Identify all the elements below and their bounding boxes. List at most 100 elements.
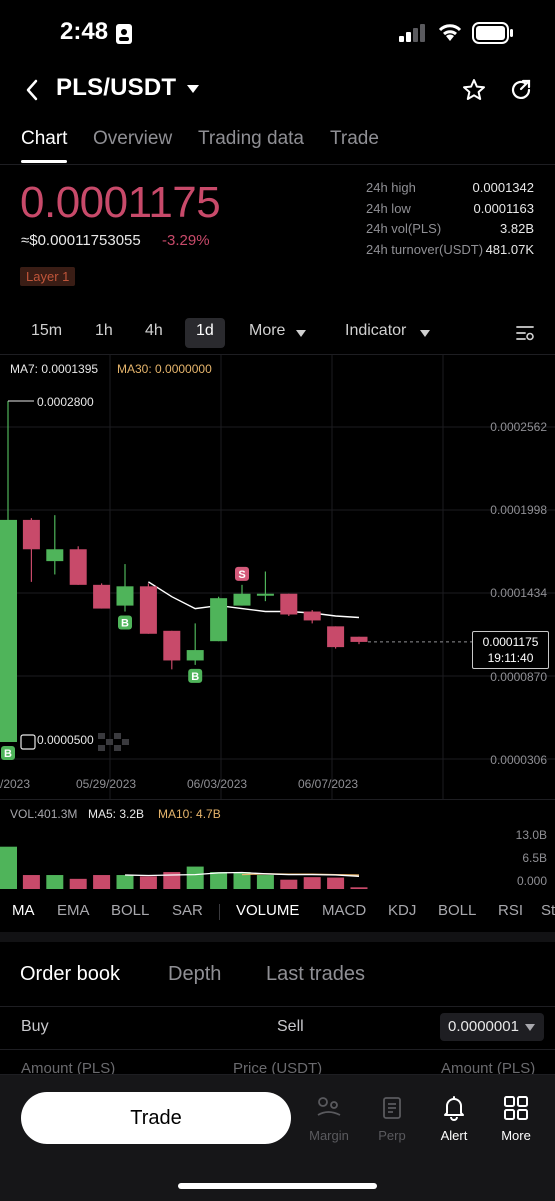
candle-body	[350, 636, 368, 642]
home-indicator	[178, 1183, 377, 1189]
stat-value-high: 0.0001342	[472, 180, 534, 195]
indicator-volume[interactable]: VOLUME	[236, 902, 299, 919]
indicator-rsi[interactable]: RSI	[498, 902, 523, 919]
timeframe-15m[interactable]: 15m	[31, 322, 62, 340]
x-axis-label: 05/29/2023	[76, 777, 137, 791]
indicator-separator	[219, 904, 220, 920]
status-time: 2:48	[60, 18, 109, 45]
volume-bar	[210, 872, 228, 889]
back-chevron-icon[interactable]	[24, 78, 40, 102]
volume-bar	[69, 878, 87, 889]
nav-more-label[interactable]: More	[486, 1128, 546, 1143]
x-axis-label: 06/03/2023	[187, 777, 248, 791]
y-axis-label: 0.0001998	[490, 503, 547, 517]
volume-bar	[186, 866, 204, 889]
y-axis-label: 0.0000870	[490, 670, 547, 684]
alert-bell-icon[interactable]	[442, 1095, 466, 1121]
tab-order-book[interactable]: Order book	[20, 963, 120, 986]
candle-body	[116, 586, 134, 606]
volume-bar	[303, 877, 321, 889]
volume-bar	[46, 875, 64, 889]
main-tabs: Chart Overview Trading data Trade	[0, 128, 555, 164]
current-price-box: 0.0001175 19:11:40	[472, 631, 549, 669]
candle-body	[303, 611, 321, 621]
candle-body	[139, 586, 157, 634]
divider	[0, 1006, 555, 1007]
tab-trade[interactable]: Trade	[330, 128, 379, 150]
divider	[0, 1049, 555, 1050]
low-marker-box	[20, 734, 36, 750]
tab-chart[interactable]: Chart	[21, 128, 67, 150]
buy-label: Buy	[21, 1018, 49, 1035]
tab-overview[interactable]: Overview	[93, 128, 172, 150]
candle-body	[46, 549, 64, 562]
high-marker-label: 0.0002800	[37, 395, 94, 409]
perp-icon[interactable]	[381, 1096, 403, 1120]
volume-bar	[350, 887, 368, 889]
timeframe-1h[interactable]: 1h	[95, 322, 113, 340]
watermark-checker	[114, 745, 121, 751]
id-card-icon	[116, 24, 132, 44]
indicator-sar[interactable]: SAR	[172, 902, 203, 919]
indicator-kdj[interactable]: KDJ	[388, 902, 416, 919]
status-bar: 2:48	[0, 0, 555, 66]
signal-label: S	[238, 569, 245, 581]
indicator-boll[interactable]: BOLL	[111, 902, 149, 919]
share-icon[interactable]	[509, 78, 533, 102]
candle-body	[0, 519, 17, 742]
precision-dropdown-icon	[525, 1024, 535, 1031]
volume-bar	[139, 876, 157, 889]
signal-label: B	[4, 748, 12, 760]
candle-countdown: 19:11:40	[487, 651, 534, 665]
more-grid-icon[interactable]	[504, 1096, 528, 1120]
nav-margin-label[interactable]: Margin	[299, 1128, 359, 1143]
indicator-boll-sub[interactable]: BOLL	[438, 902, 476, 919]
stat-value-turnover: 481.07K	[485, 242, 534, 257]
trading-pair-title[interactable]: PLS/USDT	[56, 74, 176, 102]
nav-perp-label[interactable]: Perp	[362, 1128, 422, 1143]
candle-body	[22, 519, 40, 550]
precision-value: 0.0000001	[448, 1018, 519, 1035]
signal-label: B	[121, 618, 129, 630]
chart-settings-icon[interactable]	[515, 325, 535, 341]
indicator-ema[interactable]: EMA	[57, 902, 90, 919]
timeframe-1d[interactable]: 1d	[196, 322, 214, 340]
volume-chart[interactable]	[0, 800, 555, 890]
stat-label-low: 24h low	[366, 201, 411, 216]
divider	[0, 164, 555, 165]
nav-alert-label[interactable]: Alert	[424, 1128, 484, 1143]
tab-trading-data[interactable]: Trading data	[198, 128, 304, 150]
tab-last-trades[interactable]: Last trades	[266, 963, 365, 986]
category-tag[interactable]: Layer 1	[20, 267, 76, 286]
watermark-checker	[106, 739, 113, 745]
volume-bar	[280, 879, 298, 889]
volume-bar	[116, 875, 134, 889]
candle-body	[233, 593, 251, 606]
indicator-menu[interactable]: Indicator	[345, 322, 406, 340]
indicator-stoch[interactable]: St	[541, 902, 555, 919]
pair-dropdown-icon[interactable]	[186, 84, 200, 94]
stat-value-low: 0.0001163	[473, 201, 535, 216]
indicator-ma[interactable]: MA	[12, 902, 35, 919]
signal-label: B	[191, 671, 199, 683]
volume-bar	[0, 846, 17, 889]
margin-icon[interactable]	[316, 1096, 342, 1120]
stat-label-vol: 24h vol(PLS)	[366, 221, 442, 236]
tab-depth[interactable]: Depth	[168, 963, 221, 986]
candle-body	[280, 593, 298, 615]
timeframe-more[interactable]: More	[249, 322, 285, 340]
indicator-macd[interactable]: MACD	[322, 902, 366, 919]
y-axis-label: 0.0002562	[490, 420, 547, 434]
volume-bar	[256, 875, 274, 889]
precision-select[interactable]: 0.0000001	[440, 1013, 544, 1041]
x-axis-label: /2023	[0, 777, 31, 791]
watermark-checker	[98, 733, 105, 739]
ma7-line	[148, 581, 360, 619]
trade-button[interactable]: Trade	[21, 1092, 291, 1144]
timeframe-4h[interactable]: 4h	[145, 322, 163, 340]
favorite-star-icon[interactable]	[462, 78, 486, 102]
stat-label-high: 24h high	[366, 180, 416, 195]
x-axis-label: 06/07/2023	[298, 777, 359, 791]
watermark-checker	[114, 733, 121, 739]
watermark-checker	[122, 739, 129, 745]
